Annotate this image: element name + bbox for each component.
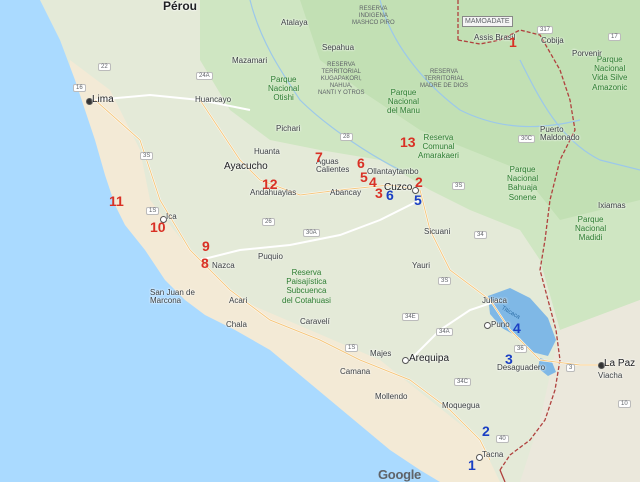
road-shield: 28 — [340, 133, 353, 141]
road-shield: 26 — [262, 218, 275, 226]
road-shield: 34E — [402, 313, 419, 321]
road-shield: 34 — [474, 231, 487, 239]
area-vida-silvestre: Parque Nacional Vida Silve Amazonic — [592, 55, 628, 92]
city-puquio[interactable]: Puquio — [258, 253, 283, 261]
area-amarakaeri: Reserva Comunal Amarakaeri — [418, 133, 459, 161]
marker-red-5[interactable]: 5 — [360, 170, 368, 184]
city-puerto-maldonado[interactable]: Puerto Maldonado — [540, 126, 580, 142]
area-mashco-piro: RESERVA INDIGENA MASHCO PIRO — [352, 6, 395, 26]
marker-red-4[interactable]: 4 — [369, 175, 377, 189]
road-shield: 40 — [496, 435, 509, 443]
area-otishi: Parque Nacional Otishi — [268, 75, 300, 103]
city-porvenir[interactable]: Porvenir — [572, 50, 602, 58]
road-shield: 30A — [303, 229, 320, 237]
city-pichari[interactable]: Pichari — [276, 125, 300, 133]
marker-blue-6[interactable]: 6 — [386, 188, 394, 202]
marker-red-2[interactable]: 2 — [415, 175, 423, 189]
city-mollendo[interactable]: Mollendo — [375, 393, 407, 401]
marker-blue-2[interactable]: 2 — [482, 424, 490, 438]
map-canvas[interactable]: Pérou RESERVA INDIGENA MASHCO PIRO Parqu… — [0, 0, 640, 482]
road-shield: 3 — [566, 364, 576, 372]
road-shield: 3S — [452, 182, 466, 190]
marker-red-7[interactable]: 7 — [315, 150, 323, 164]
city-atalaya[interactable]: Atalaya — [281, 19, 308, 27]
city-moquegua[interactable]: Moquegua — [442, 402, 480, 410]
google-logo: Google — [378, 467, 421, 482]
road-shield: 1S — [345, 344, 359, 352]
area-manu: Parque Nacional del Manu — [387, 88, 420, 116]
city-puno[interactable]: Puno — [491, 321, 510, 329]
road-shield: 10 — [618, 400, 631, 408]
city-dot-arequipa — [402, 357, 409, 364]
city-majes[interactable]: Majes — [370, 350, 391, 358]
city-lima[interactable]: Lima — [92, 95, 114, 105]
road-shield: 30C — [518, 135, 536, 143]
marker-red-1[interactable]: 1 — [509, 35, 517, 49]
city-ixiamas[interactable]: Ixiamas — [598, 202, 626, 210]
road-shield: 22 — [98, 63, 111, 71]
city-la-paz[interactable]: La Paz — [604, 359, 635, 369]
city-acari[interactable]: Acari — [229, 297, 247, 305]
marker-blue-5[interactable]: 5 — [414, 193, 422, 207]
road-shield: 34A — [436, 328, 453, 336]
road-shield: 36 — [514, 345, 527, 353]
city-ayacucho[interactable]: Ayacucho — [224, 162, 268, 172]
city-abancay[interactable]: Abancay — [330, 189, 361, 197]
city-sicuani[interactable]: Sicuani — [424, 228, 450, 236]
city-san-juan-de-marcona[interactable]: San Juan de Marcona — [150, 289, 195, 305]
area-bahuaja-sonene: Parque Nacional Bahuaja Sonene — [507, 165, 539, 202]
area-madre-de-dios: RESERVA TERRITORIAL MADRE DE DIOS — [420, 69, 469, 89]
city-nazca[interactable]: Nazca — [212, 262, 235, 270]
road-shield: 3S — [140, 152, 154, 160]
marker-red-6[interactable]: 6 — [357, 156, 365, 170]
city-cobija[interactable]: Cobija — [541, 37, 564, 45]
country-label: Pérou — [163, 0, 198, 13]
city-sepahua[interactable]: Sepahua — [322, 44, 354, 52]
marker-red-11[interactable]: 11 — [109, 194, 124, 208]
city-viacha[interactable]: Viacha — [598, 372, 622, 380]
marker-blue-1[interactable]: 1 — [468, 458, 476, 472]
marker-red-10[interactable]: 10 — [150, 220, 166, 234]
area-madidi: Parque Nacional Madidi — [575, 215, 607, 243]
road-shield: 16 — [73, 84, 86, 92]
area-kugapakori: RESERVA TERRITORIAL KUGAPAKORI, NAHUA, N… — [318, 62, 365, 96]
city-camana[interactable]: Camana — [340, 368, 370, 376]
road-shield: 3S — [438, 277, 452, 285]
road-shield: 17 — [608, 33, 621, 41]
city-dot-puno — [484, 322, 491, 329]
city-ica[interactable]: Ica — [166, 213, 177, 221]
marker-red-13[interactable]: 13 — [400, 135, 416, 149]
marker-blue-3[interactable]: 3 — [505, 352, 513, 366]
road-shield: 1S — [146, 207, 160, 215]
area-cotahuasi: Reserva Paisajística Subcuenca del Cotah… — [282, 268, 331, 305]
road-shield: 34C — [454, 378, 472, 386]
city-chala[interactable]: Chala — [226, 321, 247, 329]
city-juliaca[interactable]: Juliaca — [482, 297, 507, 305]
marker-blue-4[interactable]: 4 — [513, 321, 521, 335]
city-mazamari[interactable]: Mazamari — [232, 57, 267, 65]
city-caraveli[interactable]: Caravelí — [300, 318, 330, 326]
city-huancayo[interactable]: Huancayo — [195, 96, 231, 104]
city-tacna[interactable]: Tacna — [482, 451, 503, 459]
marker-red-9[interactable]: 9 — [202, 239, 210, 253]
city-huanta[interactable]: Huanta — [254, 148, 280, 156]
road-shield: 24A — [196, 72, 213, 80]
road-shield: 317 — [537, 26, 554, 34]
city-yauri[interactable]: Yauri — [412, 262, 430, 270]
marker-red-8[interactable]: 8 — [201, 256, 209, 270]
area-mamoadate: MAMOADATE — [462, 16, 513, 27]
marker-red-12[interactable]: 12 — [262, 177, 278, 191]
city-arequipa[interactable]: Arequipa — [409, 354, 449, 364]
